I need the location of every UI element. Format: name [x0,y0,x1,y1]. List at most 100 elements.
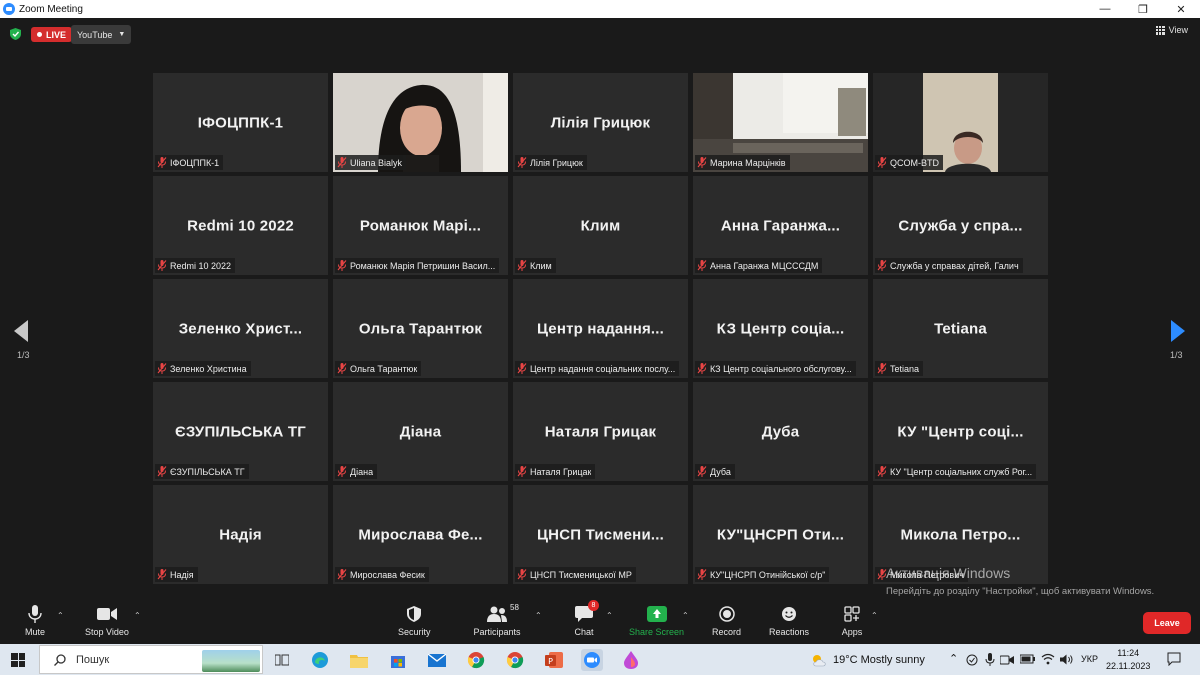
participant-name-label: Зеленко Христина [155,361,251,376]
sun-cloud-icon [813,655,826,667]
participant-tile[interactable]: Зеленко Христ... Зеленко Христина [153,279,328,378]
reactions-button[interactable]: Reactions [769,604,809,637]
mute-options-caret-icon[interactable]: ⌃ [57,611,64,620]
notifications-icon[interactable] [1167,652,1181,666]
view-button[interactable]: View [1155,25,1188,35]
chrome-profile-icon[interactable] [504,649,526,671]
share-options-caret-icon[interactable]: ⌃ [682,611,689,620]
zoom-taskbar-icon[interactable] [581,649,603,671]
participant-display-name: Клим [580,217,621,234]
participant-name-text: Redmi 10 2022 [170,260,232,271]
next-page-arrow-icon[interactable] [1171,320,1185,342]
volume-icon[interactable] [1060,654,1073,665]
task-view-icon[interactable] [271,649,293,671]
participants-button[interactable]: 58 Participants [473,603,521,637]
participant-name-label: Наталя Грицак [515,464,596,479]
grid-view-icon [1155,25,1165,35]
leave-button[interactable]: Leave [1143,612,1191,634]
participant-tile[interactable]: КЗ Центр соціа... КЗ Центр соціального об… [693,279,868,378]
participant-display-name: Лілія Грицюк [550,114,651,131]
participant-tile[interactable]: Наталя Грицак Наталя Грицак [513,382,688,481]
taskbar-clock[interactable]: 11:24 22.11.2023 [1106,647,1150,673]
participant-tile[interactable]: ЄЗУПІЛЬСЬКА ТГ ЄЗУПІЛЬСЬКА ТГ [153,382,328,481]
participant-name-label: Лілія Грицюк [515,155,587,170]
powerpoint-icon[interactable]: P [543,649,565,671]
participant-tile[interactable]: Дуба Дуба [693,382,868,481]
participant-display-name: Центр надання... [536,320,665,337]
edge-browser-icon[interactable] [309,649,331,671]
tray-camera-icon[interactable] [1000,654,1014,665]
muted-mic-icon [877,466,887,477]
participant-name-text: Центр надання соціальних послу... [530,363,676,374]
window-title: Zoom Meeting [19,3,83,15]
muted-mic-icon [517,260,527,271]
tray-microphone-icon[interactable] [985,653,995,666]
participant-tile[interactable]: КУ "Центр соці... КУ "Центр соціальних сл… [873,382,1048,481]
participant-tile[interactable]: Романюк Марі... Романюк Марія Петришин Ва… [333,176,508,275]
participant-tile[interactable]: Марина Марцінків [693,73,868,172]
security-button[interactable]: Security [398,604,431,637]
participant-tile[interactable]: Центр надання... Центр надання соціальних… [513,279,688,378]
participants-label: Participants [473,627,521,637]
microsoft-store-icon[interactable] [387,649,409,671]
previous-page-arrow-icon[interactable] [14,320,28,342]
show-hidden-icons-icon[interactable]: ⌃ [949,652,958,665]
reactions-label: Reactions [769,627,810,637]
participant-display-name: ЄЗУПІЛЬСЬКА ТГ [175,423,306,440]
stop-video-button[interactable]: Stop Video [85,604,129,637]
participant-tile[interactable]: КУ"ЦНСРП Оти... КУ"ЦНСРП Отинійської с/р" [693,485,868,584]
taskbar-search-box[interactable]: Пошук [39,645,263,674]
live-indicator[interactable]: LIVE [31,27,73,42]
participant-tile[interactable]: Надія Надія [153,485,328,584]
chat-options-caret-icon[interactable]: ⌃ [606,611,613,620]
windows-start-icon[interactable] [11,653,25,667]
participant-tile[interactable]: Служба у спра... Служба у справах дітей, … [873,176,1048,275]
chat-unread-badge: 8 [588,600,599,611]
mail-icon[interactable] [426,649,448,671]
participant-tile[interactable]: Мирослава Фе... Мирослава Фесик [333,485,508,584]
participant-tile[interactable]: Клим Клим [513,176,688,275]
record-button[interactable]: Record [712,604,741,637]
close-window-button[interactable]: ✕ [1161,0,1200,18]
participants-options-caret-icon[interactable]: ⌃ [535,611,542,620]
battery-icon[interactable] [1020,654,1036,664]
stop-video-label: Stop Video [85,627,129,637]
participant-tile[interactable]: Анна Гаранжа... Анна Гаранжа МЦСССДМ [693,176,868,275]
search-icon [54,653,66,666]
chat-button[interactable]: 8 Chat [573,600,599,637]
video-options-caret-icon[interactable]: ⌃ [134,611,141,620]
file-explorer-icon[interactable] [348,649,370,671]
minimize-button[interactable]: — [1085,0,1125,18]
apps-options-caret-icon[interactable]: ⌃ [871,611,878,620]
participant-name-label: ЦНСП Тисменицької МР [515,567,636,582]
share-screen-button[interactable]: Share Screen [629,604,684,637]
security-tray-icon[interactable] [966,654,978,666]
input-language[interactable]: УКР [1081,654,1098,664]
participant-tile[interactable]: QCOM-BTD [873,73,1048,172]
paint-drop-app-icon[interactable] [620,649,642,671]
muted-mic-icon [877,260,887,271]
chrome-icon[interactable] [465,649,487,671]
participant-tile[interactable]: ІФОЦППК-1 ІФОЦППК-1 [153,73,328,172]
participant-display-name: Дуба [761,423,800,440]
participant-tile[interactable]: ЦНСП Тисмени... ЦНСП Тисменицької МР [513,485,688,584]
participant-name-label: Центр надання соціальних послу... [515,361,680,376]
wifi-icon[interactable] [1041,653,1055,665]
mute-button[interactable]: Mute [24,604,46,637]
participant-tile[interactable]: Tetiana Tetiana [873,279,1048,378]
participant-display-name: Микола Петро... [900,526,1021,543]
participant-name-label: Діана [335,464,378,479]
participant-tile[interactable]: Діана Діана [333,382,508,481]
participant-tile[interactable]: Ольга Тарантюк Ольга Тарантюк [333,279,508,378]
participant-tile[interactable]: Redmi 10 2022 Redmi 10 2022 [153,176,328,275]
encryption-shield-icon[interactable] [10,28,21,40]
apps-button[interactable]: Apps [841,604,863,637]
participant-name-text: Зеленко Христина [170,363,247,374]
participant-name-label: Tetiana [875,361,924,376]
clock-time: 11:24 [1117,648,1140,658]
taskbar-weather[interactable]: 19°C Mostly sunny [811,653,925,667]
restore-button[interactable]: ❐ [1123,0,1163,18]
stream-target-dropdown[interactable]: YouTube ▼ [71,25,132,44]
participant-tile[interactable]: Лілія Грицюк Лілія Грицюк [513,73,688,172]
participant-tile[interactable]: Uliana Bialyk [333,73,508,172]
